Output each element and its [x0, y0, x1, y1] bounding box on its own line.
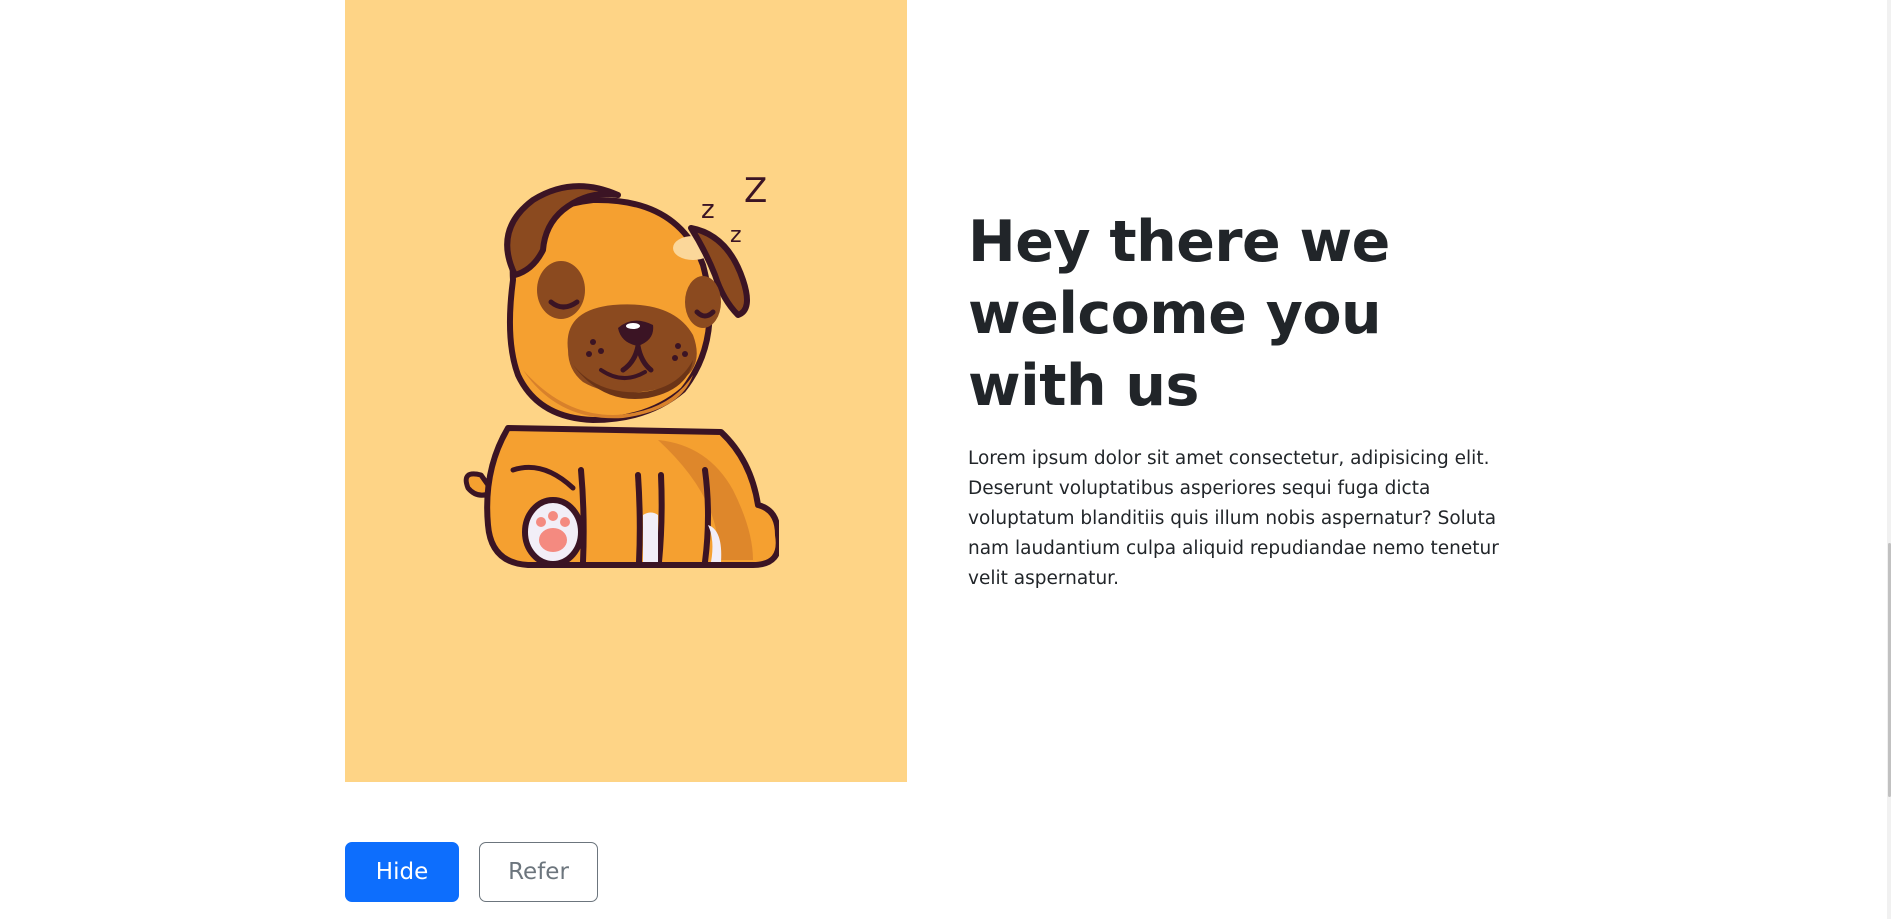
hide-button[interactable]: Hide	[345, 842, 459, 902]
hero-image-panel: Z z z	[345, 0, 907, 782]
page: Z z z Hey there we welcome you with us L…	[0, 0, 1891, 919]
refer-button[interactable]: Refer	[479, 842, 598, 902]
sleeping-puppy-icon: Z z z	[463, 171, 779, 568]
svg-text:z: z	[701, 195, 715, 225]
page-title: Hey there we welcome you with us	[968, 209, 1390, 419]
svg-text:z: z	[730, 223, 742, 248]
svg-text:Z: Z	[744, 171, 767, 211]
hero-text: Hey there we welcome you with us Lorem i…	[968, 206, 1528, 594]
hero-description: Lorem ipsum dolor sit amet consectetur, …	[968, 448, 1499, 589]
